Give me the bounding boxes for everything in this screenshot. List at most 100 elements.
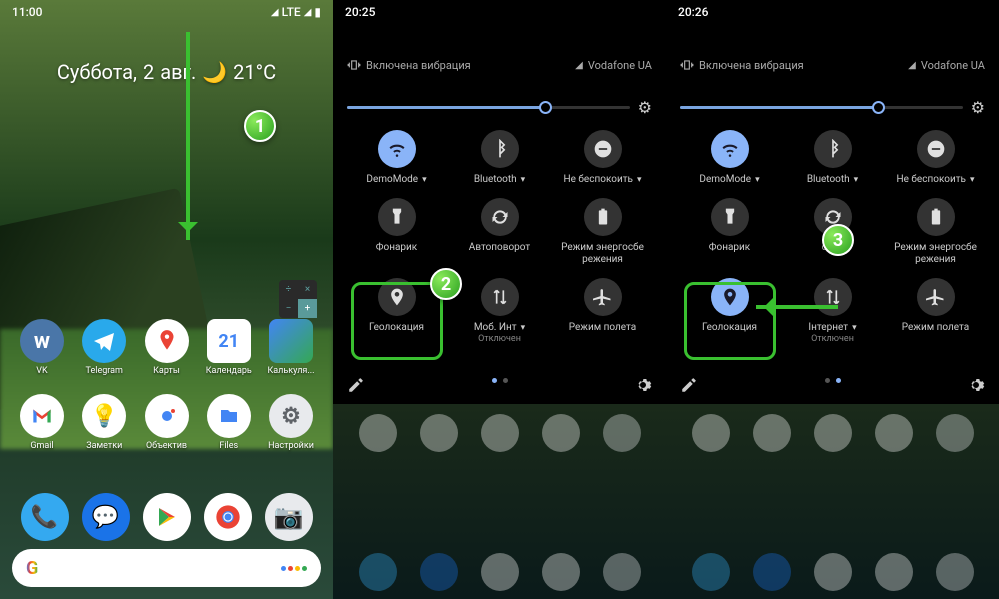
- qs-tile-autorotate[interactable]: Автоповорот: [453, 198, 547, 266]
- qs-tile-wifi[interactable]: DemoMode: [683, 130, 777, 186]
- status-time: 20:25: [345, 5, 375, 19]
- date-weather-widget[interactable]: Суббота, 2 авг. 🌙 21°C: [57, 60, 276, 84]
- qs-row: DemoMode Bluetooth Не беспокоить: [678, 130, 987, 186]
- status-time: 20:26: [678, 5, 708, 19]
- qs-top-row: Включена вибрация ◢ Vodafone UA: [347, 58, 652, 72]
- qs-tile-battery[interactable]: Режим энергосбе режения: [889, 198, 983, 266]
- swipe-down-arrow: [186, 32, 190, 240]
- qs-tile-flashlight[interactable]: Фонарик: [350, 198, 444, 266]
- data-icon: [814, 278, 852, 316]
- settings-gear-icon[interactable]: [634, 376, 652, 394]
- qs-top-row: Включена вибрация ◢ Vodafone UA: [680, 58, 985, 72]
- brightness-settings-icon[interactable]: ⚙: [971, 98, 985, 117]
- qs-tile-label: DemoMode: [366, 174, 426, 186]
- autorotate-icon: [481, 198, 519, 236]
- assistant-icon[interactable]: [281, 566, 307, 571]
- edit-tiles-icon[interactable]: [680, 376, 698, 394]
- qs-tile-label: Bluetooth: [807, 174, 858, 186]
- bluetooth-icon: [481, 130, 519, 168]
- calculator-icon: [269, 319, 313, 363]
- app-maps[interactable]: Карты: [139, 319, 195, 376]
- qs-tile-dnd[interactable]: Не беспокоить: [889, 130, 983, 186]
- app-settings[interactable]: ⚙Настройки: [263, 394, 319, 451]
- step-badge-3: 3: [822, 224, 854, 256]
- app-keep[interactable]: 💡Заметки: [76, 394, 132, 451]
- brightness-slider[interactable]: [680, 106, 963, 109]
- signal-icon: ◢: [271, 7, 279, 18]
- app-calendar[interactable]: 21Календарь: [201, 319, 257, 376]
- qs-tile-label: Режим полета: [902, 322, 969, 334]
- app-telegram[interactable]: Telegram: [76, 319, 132, 376]
- search-bar[interactable]: G: [12, 549, 321, 587]
- calendar-icon: 21: [207, 319, 251, 363]
- vibration-label: Включена вибрация: [366, 59, 471, 72]
- app-row-1: wVK Telegram Карты 21Календарь Калькуля.…: [14, 319, 319, 376]
- month: авг.: [160, 60, 196, 84]
- qs-tile-label: Інтернет: [808, 322, 856, 334]
- brightness-thumb[interactable]: [872, 101, 885, 114]
- qs-tile-wifi[interactable]: DemoMode: [350, 130, 444, 186]
- signal-icon-2: ◢: [304, 7, 312, 18]
- flashlight-icon: [378, 198, 416, 236]
- quick-settings-panel-2: 20:25 Включена вибрация ◢ Vodafone UA ⚙ …: [333, 0, 666, 599]
- qs-tile-data[interactable]: Моб. ИнтОтключен: [453, 278, 547, 344]
- status-bar: 20:25: [333, 0, 666, 24]
- qs-tile-label: Фонарик: [709, 242, 750, 254]
- battery-icon: ▮: [314, 5, 321, 19]
- qs-tile-airplane[interactable]: Режим полета: [556, 278, 650, 344]
- qs-row: Фонарик АвтоповоротРежим энергосбе режени…: [345, 198, 654, 266]
- dock-camera[interactable]: 📷: [265, 493, 313, 541]
- step-badge-2: 2: [430, 268, 462, 300]
- app-files[interactable]: Files: [201, 394, 257, 451]
- settings-gear-icon[interactable]: [967, 376, 985, 394]
- data-icon: [481, 278, 519, 316]
- dock-messages[interactable]: 💬: [82, 493, 130, 541]
- flashlight-icon: [711, 198, 749, 236]
- airplane-icon: [917, 278, 955, 316]
- qs-tile-label: Не беспокоить: [563, 174, 641, 186]
- qs-tile-airplane[interactable]: Режим полета: [889, 278, 983, 344]
- qs-tile-bluetooth[interactable]: Bluetooth: [786, 130, 880, 186]
- edit-tiles-icon[interactable]: [347, 376, 365, 394]
- app-vk[interactable]: wVK: [14, 319, 70, 376]
- qs-tile-bluetooth[interactable]: Bluetooth: [453, 130, 547, 186]
- files-icon: [207, 394, 251, 438]
- dock-play-store[interactable]: [143, 493, 191, 541]
- wifi-icon: [378, 130, 416, 168]
- app-lens[interactable]: Объектив: [139, 394, 195, 451]
- dock-phone[interactable]: 📞: [21, 493, 69, 541]
- page-indicator: [492, 378, 508, 383]
- qs-tile-data[interactable]: ІнтернетОтключен: [786, 278, 880, 344]
- brightness-row: ⚙: [347, 98, 652, 117]
- dock: 📞 💬 📷: [0, 493, 333, 541]
- app-row-2: Gmail 💡Заметки Объектив Files ⚙Настройки: [14, 394, 319, 451]
- calculator-widget[interactable]: ÷ × − +: [279, 280, 317, 318]
- dimmed-home-preview: [333, 404, 666, 599]
- dnd-icon: [584, 130, 622, 168]
- vibrate-icon: [680, 58, 694, 72]
- qs-tile-battery[interactable]: Режим энергосбе режения: [556, 198, 650, 266]
- tap-arrow: [756, 305, 838, 309]
- temperature: 21°C: [233, 60, 276, 84]
- qs-tile-dnd[interactable]: Не беспокоить: [556, 130, 650, 186]
- bluetooth-icon: [814, 130, 852, 168]
- carrier-label: Vodafone UA: [588, 59, 652, 72]
- qs-row: DemoMode Bluetooth Не беспокоить: [345, 130, 654, 186]
- qs-tile-label: Фонарик: [376, 242, 417, 254]
- app-gmail[interactable]: Gmail: [14, 394, 70, 451]
- brightness-slider[interactable]: [347, 106, 630, 109]
- weekday: Суббота,: [57, 60, 137, 84]
- qs-tile-label: DemoMode: [699, 174, 759, 186]
- qs-tile-label: Bluetooth: [474, 174, 525, 186]
- app-calculator[interactable]: Калькуля...: [263, 319, 319, 376]
- brightness-settings-icon[interactable]: ⚙: [638, 98, 652, 117]
- qs-tile-label: Моб. Инт: [474, 322, 525, 334]
- qs-tile-flashlight[interactable]: Фонарик: [683, 198, 777, 266]
- quick-settings-panel-3: 20:26 Включена вибрация ◢ Vodafone UA ⚙ …: [666, 0, 999, 599]
- dimmed-home-preview: [666, 404, 999, 599]
- dock-chrome[interactable]: [204, 493, 252, 541]
- keep-icon: 💡: [82, 394, 126, 438]
- brightness-thumb[interactable]: [539, 101, 552, 114]
- telegram-icon: [82, 319, 126, 363]
- status-bar: 20:26: [666, 0, 999, 24]
